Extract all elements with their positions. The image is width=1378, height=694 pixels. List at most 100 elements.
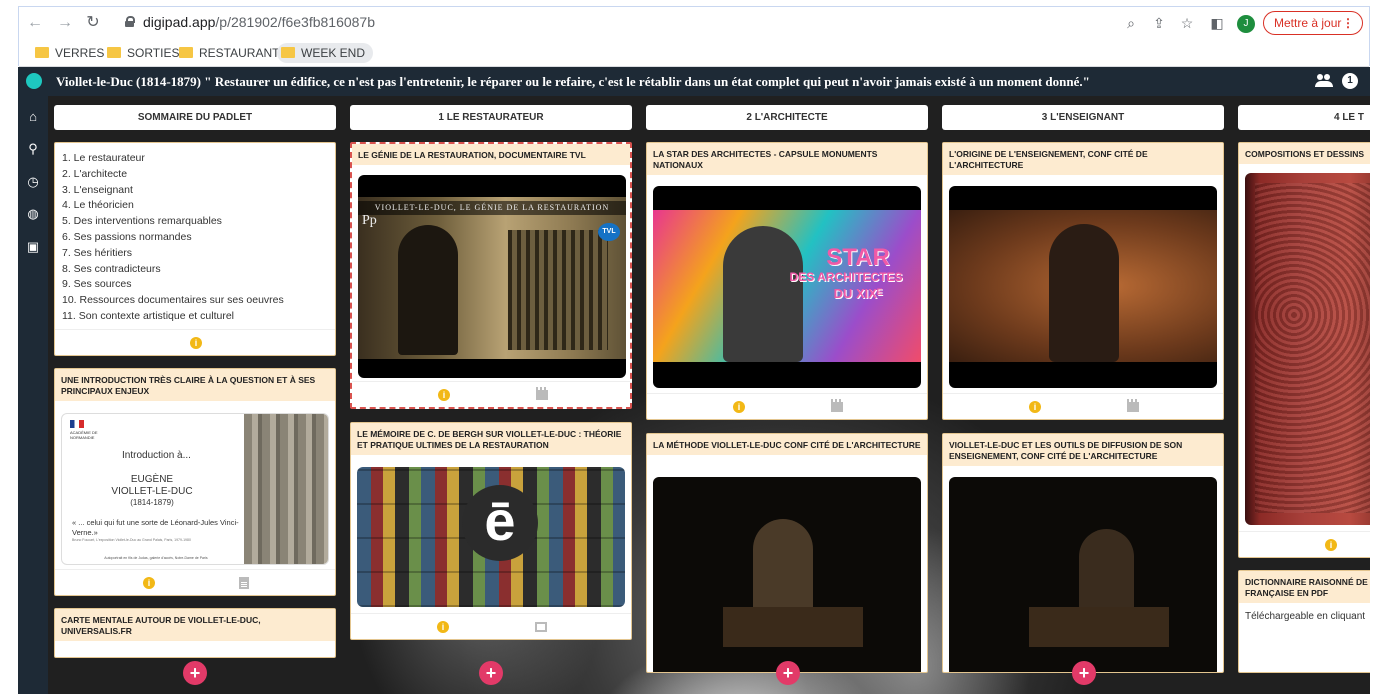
info-icon[interactable]: i <box>190 337 202 349</box>
card-dictionnaire[interactable]: DICTIONNAIRE RAISONNÉ DE FRANÇAISE EN PD… <box>1238 570 1370 673</box>
bookmark-restaurants[interactable]: RESTAURANTS <box>179 43 287 63</box>
list-item: 11. Son contexte artistique et culturel <box>62 309 234 322</box>
update-button[interactable]: Mettre à jour ⋮ <box>1263 11 1363 35</box>
column-header-restaurateur[interactable]: 1 LE RESTAURATEUR <box>350 105 632 130</box>
pad-sidebar: ⌂ ⚲ ◷ ◍ ▣ <box>18 96 48 694</box>
globe-icon[interactable]: ◍ <box>26 207 40 221</box>
info-icon[interactable]: i <box>143 577 155 589</box>
digipad-app: Viollet-le-Duc (1814-1879) " Restaurer u… <box>18 67 1370 694</box>
video-thumbnail[interactable] <box>653 477 921 672</box>
clock-icon[interactable]: ◷ <box>26 175 40 189</box>
share-icon[interactable]: ⇪ <box>1149 13 1169 33</box>
ebook-logo: ē <box>462 485 538 561</box>
add-card-button[interactable]: + <box>183 661 207 685</box>
card-footer: i <box>943 393 1223 419</box>
video-thumbnail[interactable] <box>949 477 1217 672</box>
card-title: LA MÉTHODE VIOLLET-LE-DUC CONF CITÉ DE L… <box>647 434 927 455</box>
card-title: LE GÉNIE DE LA RESTAURATION, DOCUMENTAIR… <box>352 144 630 165</box>
browser-chrome: ← → ↻ digipad.app/p/281902/f6e3fb816087b… <box>18 6 1370 67</box>
list-item: 7. Ses héritiers <box>62 246 133 259</box>
card-memoire-bergh[interactable]: LE MÉMOIRE DE C. DE BERGH SUR VIOLLET-LE… <box>350 422 632 640</box>
video-thumbnail[interactable]: VIOLLET-LE-DUC, LE GÉNIE DE LA RESTAURAT… <box>358 175 626 378</box>
bookmark-week-end[interactable]: WEEK END <box>277 43 374 63</box>
add-card-button[interactable]: + <box>1072 661 1096 685</box>
video-thumbnail[interactable]: STAR DES ARCHITECTES DU XIXᴱ <box>653 186 921 388</box>
banner-text: VIOLLET-LE-DUC, LE GÉNIE DE LA RESTAURAT… <box>358 201 626 215</box>
card-footer: i <box>55 329 335 355</box>
slide-intro: Introduction à... <box>122 450 191 461</box>
play-icon[interactable]: ▣ <box>26 240 40 254</box>
card-star-architectes[interactable]: LA STAR DES ARCHITECTES - CAPSULE MONUME… <box>646 142 928 420</box>
pad-topbar: Viollet-le-Duc (1814-1879) " Restaurer u… <box>18 67 1370 96</box>
back-icon[interactable]: ← <box>25 13 45 33</box>
bookmark-sorties[interactable]: SORTIES <box>107 43 179 63</box>
slide-quote: « ... celui qui fut une sorte de Léonard… <box>72 518 239 537</box>
add-card-button[interactable]: + <box>776 661 800 685</box>
list-item: 2. L'architecte <box>62 167 128 180</box>
card-title: DICTIONNAIRE RAISONNÉ DE FRANÇAISE EN PD… <box>1239 571 1370 603</box>
info-icon[interactable]: i <box>438 389 450 401</box>
bookmarks-bar: VERRES SORTIES RESTAURANTS WEEK END <box>19 39 1369 67</box>
card-footer: i <box>1239 531 1370 557</box>
card-text: Téléchargeable en cliquant <box>1245 611 1366 622</box>
bookmark-verres[interactable]: VERRES <box>35 43 104 63</box>
video-icon <box>831 399 843 412</box>
card-title: LE MÉMOIRE DE C. DE BERGH SUR VIOLLET-LE… <box>351 423 631 455</box>
column-header-architecte[interactable]: 2 L'ARCHITECTE <box>646 105 928 130</box>
card-origine-enseignement[interactable]: L'ORIGINE DE L'ENSEIGNEMENT, CONF CITÉ D… <box>942 142 1224 420</box>
address-row: ← → ↻ digipad.app/p/281902/f6e3fb816087b… <box>19 7 1369 39</box>
profile-avatar[interactable]: J <box>1237 15 1255 33</box>
add-card-button[interactable]: + <box>479 661 503 685</box>
lectern-image <box>723 607 863 647</box>
speaker-figure <box>1049 224 1119 362</box>
slide-name: EUGÈNE <box>130 474 174 485</box>
users-icon[interactable] <box>1315 74 1335 88</box>
column-header-theoricien[interactable]: 4 LE T <box>1238 105 1370 130</box>
card-methode[interactable]: LA MÉTHODE VIOLLET-LE-DUC CONF CITÉ DE L… <box>646 433 928 673</box>
search-icon[interactable]: ⚲ <box>26 142 40 156</box>
lock-icon[interactable] <box>125 16 135 27</box>
cathedral-image <box>508 230 608 350</box>
slide-name-2: VIOLLET-LE-DUC <box>111 486 193 497</box>
url-text[interactable]: digipad.app/p/281902/f6e3fb816087b <box>143 14 375 30</box>
info-icon[interactable]: i <box>437 621 449 633</box>
address-bar[interactable]: digipad.app/p/281902/f6e3fb816087b <box>113 10 1203 36</box>
magazine-thumbnail[interactable]: ē <box>357 467 625 607</box>
star-icon[interactable]: ☆ <box>1177 13 1197 33</box>
list-item: 5. Des interventions remarquables <box>62 215 222 228</box>
sidepanel-icon[interactable]: ◧ <box>1207 13 1227 33</box>
card-introduction[interactable]: UNE INTRODUCTION TRÈS CLAIRE À LA QUESTI… <box>54 368 336 596</box>
card-compositions[interactable]: COMPOSITIONS ET DESSINS i <box>1238 142 1370 558</box>
book-cover-image[interactable] <box>1245 173 1370 525</box>
list-item: 4. Le théoricien <box>62 199 134 212</box>
card-title: CARTE MENTALE AUTOUR DE VIOLLET-LE-DUC, … <box>55 609 335 641</box>
info-icon[interactable]: i <box>1029 401 1041 413</box>
forward-icon[interactable]: → <box>55 13 75 33</box>
column-header-sommaire[interactable]: SOMMAIRE DU PADLET <box>54 105 336 130</box>
card-title: LA STAR DES ARCHITECTES - CAPSULE MONUME… <box>647 143 927 175</box>
info-icon[interactable]: i <box>1325 539 1337 551</box>
card-footer: i <box>351 613 631 639</box>
card-genie-restauration[interactable]: LE GÉNIE DE LA RESTAURATION, DOCUMENTAIR… <box>350 142 632 409</box>
reload-icon[interactable]: ↻ <box>83 13 103 33</box>
pad-title: Viollet-le-Duc (1814-1879) " Restaurer u… <box>56 74 1090 89</box>
summary-card[interactable]: 1. Le restaurateur 2. L'architecte 3. L'… <box>54 142 336 356</box>
info-icon[interactable]: i <box>733 401 745 413</box>
card-footer: i <box>55 569 335 595</box>
digipad-logo[interactable] <box>26 73 42 89</box>
card-title: VIOLLET-LE-DUC ET LES OUTILS DE DIFFUSIO… <box>943 434 1223 466</box>
column-header-enseignant[interactable]: 3 L'ENSEIGNANT <box>942 105 1224 130</box>
zoom-icon[interactable]: ⌕ <box>1121 13 1141 33</box>
video-icon <box>1127 399 1139 412</box>
video-thumbnail[interactable] <box>949 186 1217 388</box>
slide-thumbnail[interactable]: ACADÉMIE DE NORMANDIE Introduction à... … <box>61 413 329 565</box>
star-century: DU XIXᴱ <box>833 286 883 301</box>
card-footer: i <box>352 381 630 407</box>
card-carte-mentale[interactable]: CARTE MENTALE AUTOUR DE VIOLLET-LE-DUC, … <box>54 608 336 658</box>
lectern-image <box>1029 607 1169 647</box>
card-outils-diffusion[interactable]: VIOLLET-LE-DUC ET LES OUTILS DE DIFFUSIO… <box>942 433 1224 673</box>
summary-list: 1. Le restaurateur 2. L'architecte 3. L'… <box>55 143 335 333</box>
home-icon[interactable]: ⌂ <box>26 110 40 124</box>
tvl-logo: TVL <box>598 223 620 241</box>
list-item: 6. Ses passions normandes <box>62 230 192 243</box>
